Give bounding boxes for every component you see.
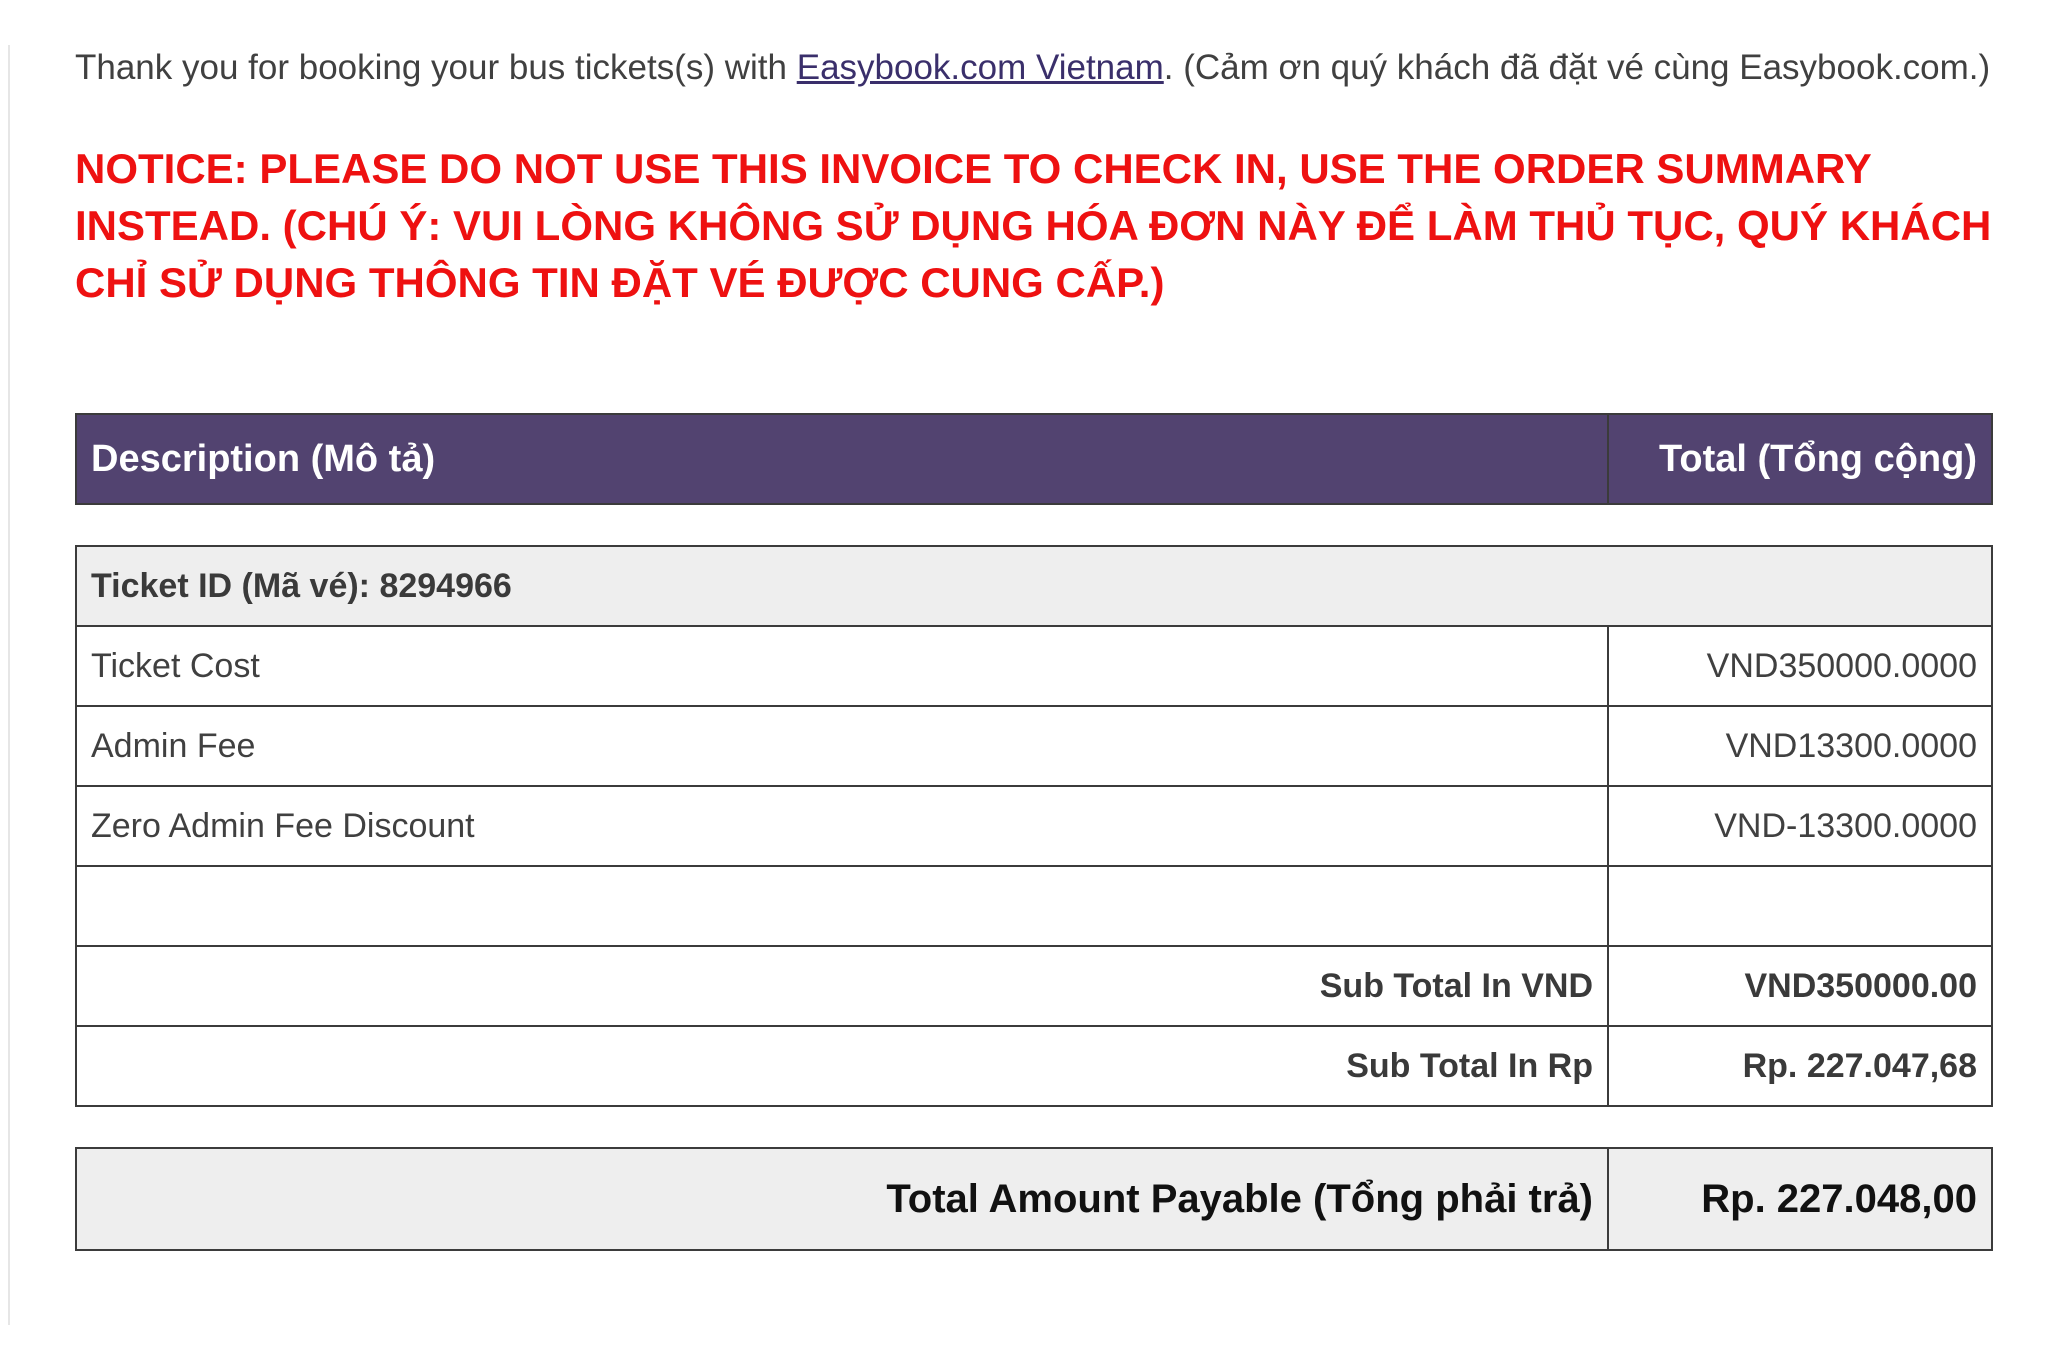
subtotal-rp-row: Sub Total In Rp Rp. 227.047,68 [75, 1025, 1993, 1107]
line-item-amount: VND-13300.0000 [1607, 785, 1993, 867]
checkin-notice: NOTICE: PLEASE DO NOT USE THIS INVOICE T… [75, 145, 1992, 306]
line-item-description: Admin Fee [75, 705, 1609, 787]
subtotal-vnd-amount: VND350000.00 [1607, 945, 1993, 1027]
easybook-link[interactable]: Easybook.com Vietnam [797, 48, 1164, 87]
grand-total-table: Total Amount Payable (Tổng phải trả) Rp.… [75, 1147, 1993, 1251]
grand-total-amount: Rp. 227.048,00 [1607, 1147, 1993, 1251]
invoice-items-table: Ticket ID (Mã vé): 8294966 Ticket Cost V… [75, 545, 1993, 1107]
line-item-description: Zero Admin Fee Discount [75, 785, 1609, 867]
total-column-header: Total (Tổng cộng) [1607, 413, 1993, 505]
intro-text-before: Thank you for booking your bus tickets(s… [75, 48, 797, 87]
left-border-rule [8, 45, 10, 1325]
subtotal-vnd-row: Sub Total In VND VND350000.00 [75, 945, 1993, 1027]
grand-total-row: Total Amount Payable (Tổng phải trả) Rp.… [75, 1147, 1993, 1251]
ticket-id-label: Ticket ID (Mã vé): 8294966 [75, 545, 1993, 627]
table-row: Ticket Cost VND350000.0000 [75, 625, 1993, 707]
empty-row [75, 865, 1993, 947]
invoice-email-body: Thank you for booking your bus tickets(s… [75, 40, 1993, 1251]
empty-cell [1607, 865, 1993, 947]
ticket-group-row: Ticket ID (Mã vé): 8294966 [75, 545, 1993, 627]
line-item-amount: VND13300.0000 [1607, 705, 1993, 787]
grand-total-label: Total Amount Payable (Tổng phải trả) [75, 1147, 1609, 1251]
description-column-header: Description (Mô tả) [75, 413, 1609, 505]
intro-paragraph: Thank you for booking your bus tickets(s… [75, 40, 1993, 96]
subtotal-rp-amount: Rp. 227.047,68 [1607, 1025, 1993, 1107]
line-item-amount: VND350000.0000 [1607, 625, 1993, 707]
table-row: Zero Admin Fee Discount VND-13300.0000 [75, 785, 1993, 867]
subtotal-vnd-label: Sub Total In VND [75, 945, 1609, 1027]
line-item-description: Ticket Cost [75, 625, 1609, 707]
table-row: Admin Fee VND13300.0000 [75, 705, 1993, 787]
invoice-header-table: Description (Mô tả) Total (Tổng cộng) [75, 413, 1993, 505]
header-row: Description (Mô tả) Total (Tổng cộng) [75, 413, 1993, 505]
subtotal-rp-label: Sub Total In Rp [75, 1025, 1609, 1107]
intro-text-after: . (Cảm ơn quý khách đã đặt vé cùng Easyb… [1163, 48, 1991, 87]
empty-cell [75, 865, 1609, 947]
